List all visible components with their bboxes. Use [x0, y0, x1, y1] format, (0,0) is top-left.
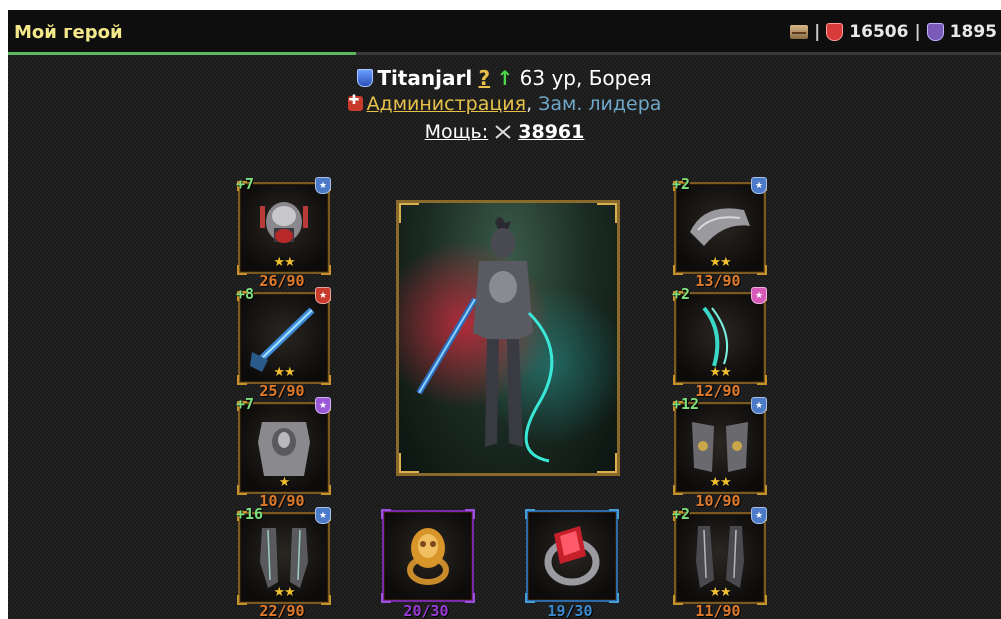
- star-rating: ★★: [709, 475, 731, 490]
- star-rating: ★★: [273, 365, 295, 380]
- help-link[interactable]: ?: [479, 66, 491, 90]
- shoulders-icon: [690, 208, 750, 246]
- clan-row: Администрация, Зам. лидера: [8, 93, 1001, 115]
- rank-badge-icon: ★: [751, 177, 767, 194]
- rank-badge-icon: ★: [315, 507, 331, 524]
- separator: |: [914, 22, 921, 42]
- power-value: 38961: [518, 121, 585, 143]
- ring-red-durability: 19/30: [547, 602, 593, 619]
- bracers-icon: [692, 422, 748, 472]
- offhand-slot[interactable]: +2 ★ ★★: [672, 285, 767, 385]
- red-gem-ring-icon: [544, 526, 600, 586]
- resources: | 16506 | 1895: [790, 22, 997, 42]
- enhance-level: +7: [236, 395, 255, 413]
- hero-name-row: Titanjarl ? ↑ 63 ур, Борея: [8, 66, 1001, 90]
- red-value: 16506: [849, 22, 909, 42]
- rank-badge-icon: ★: [751, 287, 767, 304]
- ring-red-slot[interactable]: [525, 509, 619, 603]
- helmet-slot[interactable]: +7 ★ ★★: [236, 175, 331, 275]
- shoulders-slot[interactable]: +2 ★ ★★: [672, 175, 767, 275]
- ring-gold-slot[interactable]: [381, 509, 475, 603]
- red-shield-icon: [826, 23, 844, 41]
- mail-icon[interactable]: [790, 25, 809, 39]
- ring-gold-durability: 20/30: [403, 602, 449, 619]
- star-rating: ★★: [709, 365, 731, 380]
- hero-name[interactable]: Titanjarl: [377, 66, 472, 90]
- clan-role: Зам. лидера: [538, 93, 662, 115]
- star-rating: ★: [278, 475, 291, 490]
- purple-shield-icon: [926, 23, 944, 41]
- weapon-slot[interactable]: +8 ★ ★★: [236, 285, 331, 385]
- armor-icon: [258, 422, 310, 476]
- star-rating: ★★: [709, 255, 731, 270]
- rank-badge-icon: ★: [315, 397, 331, 414]
- star-rating: ★★: [709, 585, 731, 600]
- boots-slot[interactable]: +2 ★ ★★: [672, 505, 767, 605]
- gloves-durability: 22/90: [259, 602, 305, 619]
- separator: |: [814, 22, 821, 42]
- enhance-level: +7: [236, 175, 255, 193]
- progress-fill: [8, 52, 356, 55]
- rank-badge-icon: ★: [315, 177, 331, 194]
- rank-badge-icon: ★: [751, 397, 767, 414]
- enhance-level: +2: [672, 505, 691, 523]
- game-panel: Мой герой | 16506 | 1895 Titanjarl ? ↑ 6…: [8, 10, 1001, 619]
- clan-link[interactable]: Администрация: [367, 93, 527, 115]
- enhance-level: +2: [672, 175, 691, 193]
- boots-icon: [696, 526, 744, 588]
- level-up-arrow-icon: ↑: [496, 66, 514, 90]
- star-rating: ★★: [273, 585, 295, 600]
- enhance-level: +2: [672, 285, 691, 303]
- enhance-level: +8: [236, 285, 255, 303]
- enhance-level: +16: [236, 505, 264, 523]
- gold-ring-icon: [407, 528, 449, 585]
- top-bar: Мой герой | 16506 | 1895: [8, 10, 1001, 55]
- power-row[interactable]: Мощь: 38961: [8, 121, 1001, 143]
- hero-figure-icon: [416, 217, 554, 463]
- enhance-level: +12: [672, 395, 700, 413]
- level-text: 63 ур, Борея: [519, 66, 652, 90]
- clan-emblem-icon: [347, 93, 363, 111]
- mace-icon: [250, 307, 315, 372]
- race-icon: [357, 69, 374, 87]
- clan-separator: ,: [526, 93, 533, 115]
- power-label: Мощь:: [424, 121, 489, 143]
- whip-icon: [702, 306, 728, 367]
- rank-badge-icon: ★: [315, 287, 331, 304]
- purple-value: 1895: [949, 22, 997, 42]
- armor-slot[interactable]: +7 ★ ★: [236, 395, 331, 495]
- progress-bar: [8, 52, 1001, 55]
- boots-durability: 11/90: [695, 602, 741, 619]
- hero-portrait[interactable]: [396, 200, 620, 476]
- star-rating: ★★: [273, 255, 295, 270]
- rank-badge-icon: ★: [751, 507, 767, 524]
- gloves-icon: [260, 528, 308, 588]
- crossed-swords-icon: [495, 125, 511, 139]
- helmet-icon: [260, 202, 308, 243]
- bracers-slot[interactable]: +12 ★ ★★: [672, 395, 767, 495]
- page-title: Мой герой: [14, 22, 123, 43]
- gloves-slot[interactable]: +16 ★ ★★: [236, 505, 331, 605]
